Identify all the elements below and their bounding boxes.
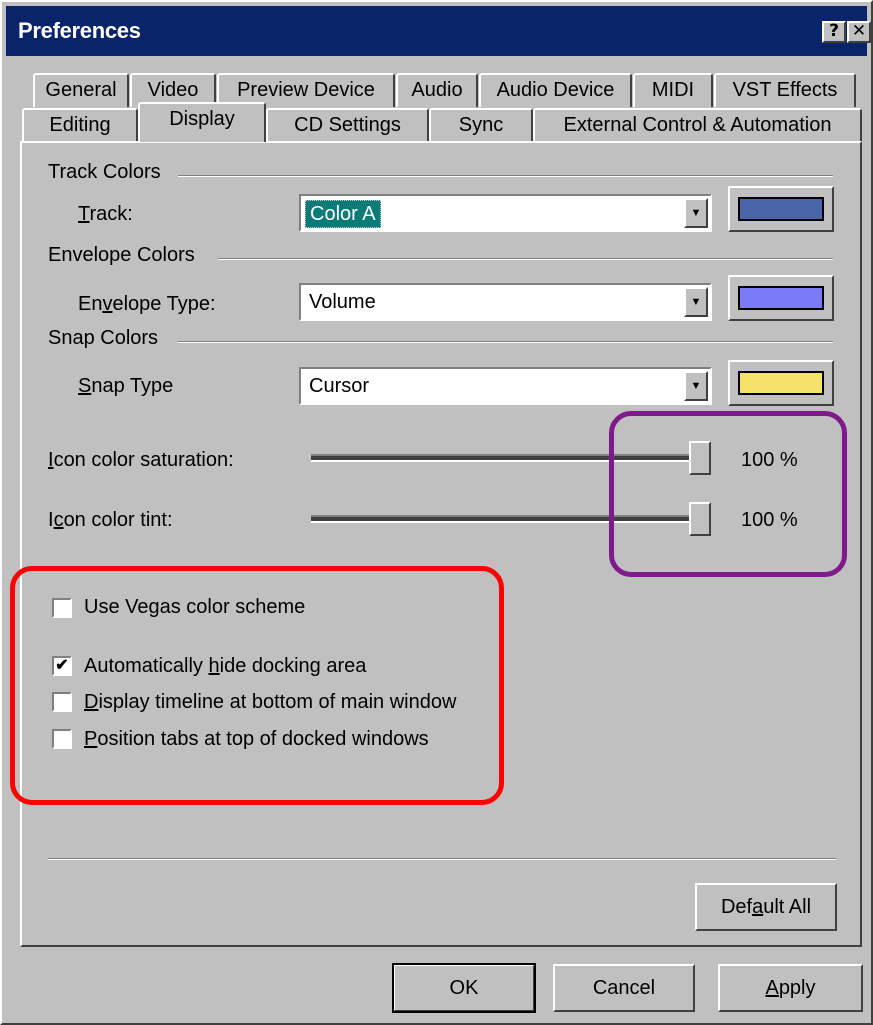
envelope-color-swatch-button[interactable]: [728, 275, 834, 321]
track-color-swatch-button[interactable]: [728, 186, 834, 232]
tab-general[interactable]: General: [33, 73, 129, 107]
panel-separator: [48, 858, 836, 860]
snap-colors-group-label: Snap Colors: [48, 327, 169, 350]
envelope-color-swatch: [738, 286, 824, 310]
tab-external-control[interactable]: External Control & Automation: [533, 108, 862, 142]
envelope-type-label: Envelope Type:: [78, 293, 216, 315]
snap-type-select[interactable]: Cursor ▼: [299, 367, 712, 405]
envelope-type-value: Volume: [309, 291, 376, 313]
track-color-value: Color A: [305, 200, 381, 228]
snap-type-value: Cursor: [309, 375, 370, 397]
window-title: Preferences: [18, 18, 141, 43]
icon-saturation-label: Icon color saturation:: [48, 449, 234, 471]
tab-audio-device[interactable]: Audio Device: [479, 73, 632, 107]
envelope-type-select[interactable]: Volume ▼: [299, 283, 712, 321]
snap-color-swatch: [738, 371, 824, 395]
default-all-button[interactable]: Default All: [695, 883, 837, 931]
close-button[interactable]: ✕: [847, 21, 871, 43]
close-icon: ✕: [851, 21, 867, 41]
snap-colors-divider: [178, 341, 833, 343]
envelope-colors-divider: [218, 258, 833, 260]
track-color-select[interactable]: Color A ▼: [299, 194, 712, 232]
chevron-down-icon[interactable]: ▼: [684, 287, 708, 317]
track-color-swatch: [738, 197, 824, 221]
ok-button[interactable]: OK: [392, 963, 536, 1013]
icon-tint-label: Icon color tint:: [48, 509, 173, 531]
apply-button[interactable]: Apply: [718, 964, 863, 1012]
purple-highlight-annotation: [609, 411, 847, 577]
tab-sync[interactable]: Sync: [429, 108, 533, 142]
help-icon: ?: [829, 21, 839, 41]
snap-type-label: Snap Type: [78, 375, 174, 397]
cancel-button[interactable]: Cancel: [553, 964, 695, 1012]
track-label: Track:: [78, 203, 133, 225]
chevron-down-icon[interactable]: ▼: [684, 198, 708, 228]
red-highlight-annotation: [10, 566, 504, 805]
title-bar[interactable]: Preferences ? ✕: [6, 6, 871, 56]
envelope-colors-group-label: Envelope Colors: [48, 244, 205, 267]
tab-cd-settings[interactable]: CD Settings: [266, 108, 429, 142]
tab-midi[interactable]: MIDI: [633, 73, 713, 107]
tab-audio[interactable]: Audio: [396, 73, 478, 107]
track-colors-group-label: Track Colors: [48, 161, 171, 184]
help-button[interactable]: ?: [822, 21, 846, 43]
tab-editing[interactable]: Editing: [22, 108, 138, 142]
chevron-down-icon[interactable]: ▼: [684, 371, 708, 401]
track-colors-divider: [178, 175, 833, 177]
snap-color-swatch-button[interactable]: [728, 360, 834, 406]
tab-display[interactable]: Display: [138, 102, 266, 142]
tab-vst-effects[interactable]: VST Effects: [714, 73, 856, 107]
